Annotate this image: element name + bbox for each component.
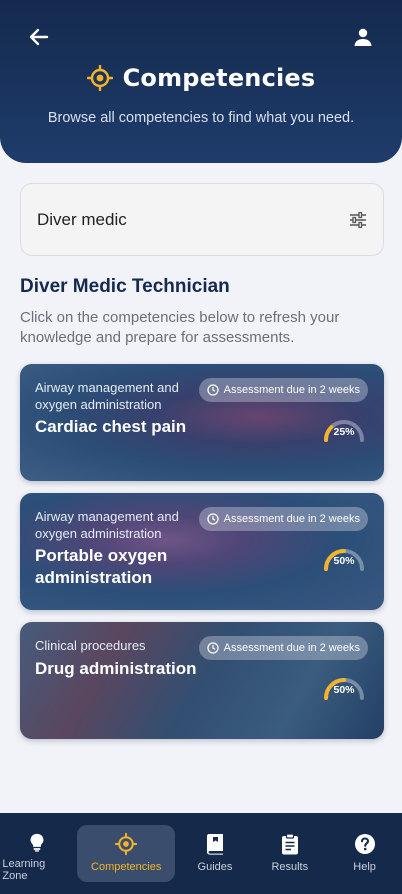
sliders-icon[interactable] <box>349 211 367 228</box>
search-input[interactable]: Diver medic <box>37 210 349 230</box>
progress-label: 50% <box>333 684 355 696</box>
lightbulb-icon <box>30 833 44 852</box>
title-row: Competencies <box>0 64 402 92</box>
card-category: Airway management and oxygen administrat… <box>35 509 179 541</box>
page-title: Competencies <box>122 64 316 92</box>
clipboard-icon <box>281 833 298 855</box>
progress-label: 50% <box>333 555 355 567</box>
header: Competencies Browse all competencies to … <box>0 0 402 163</box>
page-subtitle: Browse all competencies to find what you… <box>47 110 355 126</box>
target-icon <box>115 833 138 855</box>
card-category: Airway management and oxygen administrat… <box>35 380 179 412</box>
clock-icon <box>206 513 219 525</box>
nav-item-help[interactable]: Help <box>330 825 400 882</box>
target-icon <box>86 65 113 91</box>
bottom-nav: Learning Zone Competencies Guides Result… <box>0 813 402 894</box>
competency-card-portable-oxygen[interactable]: Airway management and oxygen administrat… <box>20 493 384 610</box>
profile-button[interactable] <box>350 24 376 50</box>
progress-label: 25% <box>333 426 355 438</box>
section-title: Diver Medic Technician <box>20 276 230 297</box>
clock-icon <box>206 642 219 654</box>
nav-item-results[interactable]: Results <box>255 825 325 882</box>
nav-item-guides[interactable]: Guides <box>180 825 250 882</box>
clock-icon <box>206 384 219 396</box>
nav-item-learning-zone[interactable]: Learning Zone <box>2 825 72 882</box>
book-icon <box>206 834 223 855</box>
assessment-badge: Assessment due in 2 weeks <box>198 378 368 402</box>
back-button[interactable] <box>26 24 52 50</box>
user-icon <box>354 28 372 46</box>
section-description: Click on the competencies below to refre… <box>20 309 340 346</box>
nav-item-competencies[interactable]: Competencies <box>77 825 176 882</box>
arrow-left-icon <box>29 28 49 46</box>
help-icon <box>354 834 375 854</box>
competency-card-cardiac-chest-pain[interactable]: Airway management and oxygen administrat… <box>20 364 384 481</box>
card-title: Portable oxygen administration <box>35 546 168 587</box>
search-field[interactable]: Diver medic <box>20 183 384 256</box>
assessment-badge: Assessment due in 2 weeks <box>198 636 368 660</box>
card-category: Clinical procedures <box>35 638 146 653</box>
assessment-badge: Assessment due in 2 weeks <box>198 507 368 531</box>
card-title: Cardiac chest pain <box>35 417 187 436</box>
card-title: Drug administration <box>35 659 197 678</box>
competency-card-drug-administration[interactable]: Clinical procedures Drug administration … <box>20 622 384 739</box>
